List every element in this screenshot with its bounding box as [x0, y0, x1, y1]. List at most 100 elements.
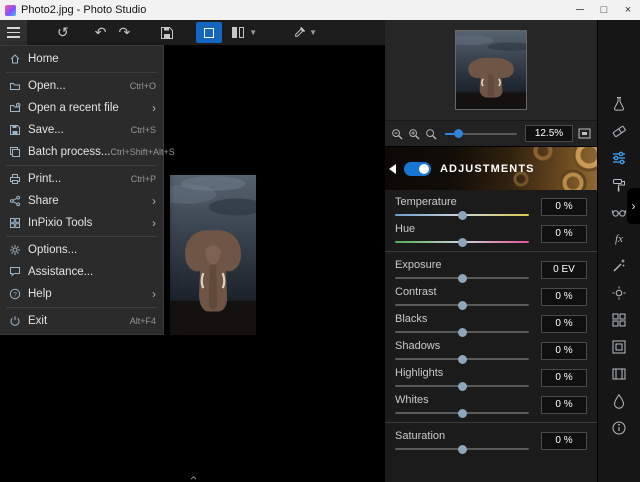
- exposure-value[interactable]: 0 EV: [541, 260, 587, 279]
- window-controls: ─ □ ×: [568, 0, 640, 20]
- printer-icon: [6, 173, 23, 185]
- minimize-button[interactable]: ─: [568, 0, 592, 20]
- slider-thumb[interactable]: [457, 381, 467, 391]
- adjustments-header: ADJUSTMENTS: [385, 146, 597, 190]
- saturation-value[interactable]: 0 %: [541, 431, 587, 450]
- drop-icon[interactable]: [598, 387, 640, 414]
- slider-row-hue: Hue 0 %: [395, 224, 587, 247]
- panel-flyout-handle[interactable]: ›: [627, 188, 640, 224]
- group-divider: [385, 251, 597, 252]
- slider-label: Whites: [395, 394, 429, 406]
- slider-row-saturation: Saturation 0 %: [395, 430, 587, 454]
- save-icon[interactable]: [160, 26, 174, 40]
- color-picker-button[interactable]: ▼: [293, 26, 317, 39]
- sun-icon[interactable]: [598, 279, 640, 306]
- zoom-in-icon[interactable]: [408, 128, 420, 140]
- shadows-value[interactable]: 0 %: [541, 341, 587, 360]
- contrast-slider[interactable]: [395, 300, 529, 310]
- slider-thumb[interactable]: [457, 444, 467, 454]
- temperature-slider[interactable]: [395, 210, 529, 220]
- film-icon[interactable]: [598, 360, 640, 387]
- slider-thumb[interactable]: [457, 300, 467, 310]
- svg-text:?: ?: [13, 291, 17, 298]
- submenu-arrow-icon: ›: [152, 287, 156, 301]
- hue-value[interactable]: 0 %: [541, 224, 587, 243]
- single-view-button[interactable]: [196, 22, 223, 43]
- hamburger-menu-button[interactable]: [0, 20, 27, 45]
- expand-bottom-panel-icon[interactable]: ›: [185, 476, 200, 480]
- zoom-value[interactable]: 12.5%: [525, 125, 573, 142]
- slider-thumb[interactable]: [457, 237, 467, 247]
- zoom-slider[interactable]: [445, 129, 517, 138]
- menu-item-save[interactable]: Save... Ctrl+S: [0, 119, 163, 141]
- zoom-reset-icon[interactable]: [425, 128, 437, 140]
- close-button[interactable]: ×: [616, 0, 640, 20]
- slider-label: Shadows: [395, 340, 441, 352]
- contrast-value[interactable]: 0 %: [541, 287, 587, 306]
- slider-thumb[interactable]: [457, 354, 467, 364]
- photo-elephant[interactable]: [170, 175, 256, 335]
- menu-item-batch-process[interactable]: Batch process... Ctrl+Shift+Alt+S: [0, 141, 175, 163]
- fx-icon[interactable]: fx: [598, 225, 640, 252]
- frame-icon[interactable]: [598, 333, 640, 360]
- slider-thumb[interactable]: [457, 408, 467, 418]
- shadows-slider[interactable]: [395, 354, 529, 364]
- info-icon[interactable]: [598, 414, 640, 441]
- eraser-icon[interactable]: [598, 117, 640, 144]
- chevron-down-icon: ▼: [249, 28, 258, 37]
- home-icon: [6, 53, 23, 65]
- grid-icon[interactable]: [598, 306, 640, 333]
- blacks-slider[interactable]: [395, 327, 529, 337]
- flask-icon[interactable]: [598, 90, 640, 117]
- slider-label: Saturation: [395, 430, 446, 442]
- maximize-button[interactable]: □: [592, 0, 616, 20]
- menu-item-options[interactable]: Options...: [0, 239, 163, 261]
- menu-item-assistance[interactable]: Assistance...: [0, 261, 163, 283]
- collapse-panel-icon[interactable]: [389, 163, 396, 174]
- recent-file-icon: [6, 102, 23, 114]
- app-logo-icon: [5, 4, 16, 16]
- blacks-value[interactable]: 0 %: [541, 314, 587, 333]
- adjustments-toggle[interactable]: [404, 161, 431, 176]
- slider-row-temperature: Temperature 0 %: [395, 197, 587, 220]
- tools-grid-icon: [6, 217, 23, 229]
- slider-thumb[interactable]: [457, 210, 467, 220]
- whites-value[interactable]: 0 %: [541, 395, 587, 414]
- submenu-arrow-icon: ›: [152, 216, 156, 230]
- adjustments-sliders-icon[interactable]: [598, 144, 640, 171]
- split-view-button[interactable]: ▼: [232, 27, 257, 38]
- hue-slider[interactable]: [395, 237, 529, 247]
- chevron-down-icon: ▼: [309, 28, 318, 37]
- saturation-slider[interactable]: [395, 444, 529, 454]
- menu-item-open-recent[interactable]: Open a recent file ›: [0, 97, 163, 119]
- menu-item-inpixio-tools[interactable]: InPixio Tools ›: [0, 212, 163, 234]
- group-divider: [385, 422, 597, 423]
- zoom-slider-thumb[interactable]: [453, 129, 463, 138]
- highlights-value[interactable]: 0 %: [541, 368, 587, 387]
- menu-item-home[interactable]: Home: [0, 48, 163, 70]
- menu-item-share[interactable]: Share ›: [0, 190, 163, 212]
- whites-slider[interactable]: [395, 408, 529, 418]
- menu-item-help[interactable]: ? Help ›: [0, 283, 163, 305]
- temperature-value[interactable]: 0 %: [541, 197, 587, 216]
- exposure-slider[interactable]: [395, 273, 529, 283]
- slider-thumb[interactable]: [457, 327, 467, 337]
- submenu-arrow-icon: ›: [152, 194, 156, 208]
- slider-thumb[interactable]: [457, 273, 467, 283]
- menu-item-open[interactable]: Open... Ctrl+O: [0, 75, 163, 97]
- adjustments-title: ADJUSTMENTS: [440, 162, 535, 175]
- zoom-out-icon[interactable]: [391, 128, 403, 140]
- fit-screen-icon[interactable]: [578, 127, 591, 140]
- menu-separator: [6, 72, 157, 73]
- menu-item-print[interactable]: Print... Ctrl+P: [0, 168, 163, 190]
- rotate-reset-icon[interactable]: ↺: [57, 20, 69, 45]
- redo-icon[interactable]: ↷: [118, 20, 130, 45]
- menu-separator: [6, 236, 157, 237]
- undo-icon[interactable]: ↶: [95, 20, 107, 45]
- wand-icon[interactable]: [598, 252, 640, 279]
- menu-item-exit[interactable]: Exit Alt+F4: [0, 310, 163, 332]
- power-icon: [6, 315, 23, 327]
- preview-thumbnail[interactable]: [456, 31, 526, 109]
- slider-label: Blacks: [395, 313, 428, 325]
- highlights-slider[interactable]: [395, 381, 529, 391]
